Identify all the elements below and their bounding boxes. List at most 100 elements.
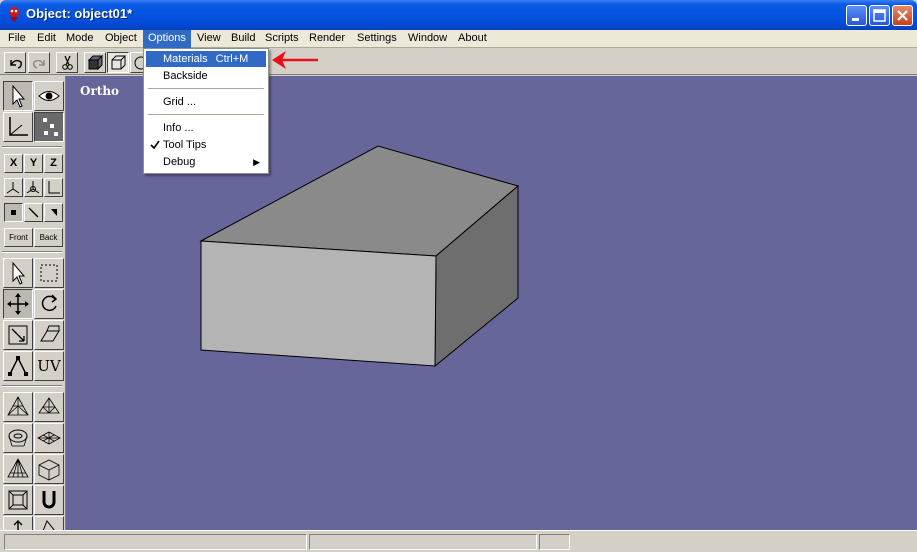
mesh-grid-button[interactable] <box>34 392 64 422</box>
pointer-icon <box>12 261 26 285</box>
face-mode-button[interactable] <box>44 203 63 222</box>
y-axis-button[interactable]: Y <box>24 154 43 173</box>
frame-button[interactable] <box>3 485 33 515</box>
status-panel-2 <box>309 534 537 550</box>
up-arrow-icon <box>13 520 23 530</box>
scale-tool-button[interactable] <box>3 320 33 350</box>
back-button[interactable]: Back <box>34 228 63 247</box>
extrude-button[interactable] <box>3 516 33 530</box>
mesh-sphere-button[interactable] <box>3 392 33 422</box>
menu-about[interactable]: About <box>454 31 491 47</box>
solid-view-button[interactable] <box>84 52 106 73</box>
pivot-icon <box>26 181 40 194</box>
menu-object[interactable]: Object <box>101 31 141 47</box>
x-axis-button[interactable]: X <box>4 154 23 173</box>
cone-icon <box>7 458 29 478</box>
magnet-button[interactable] <box>34 485 64 515</box>
materials-shortcut: Ctrl+M <box>215 53 249 65</box>
maximize-icon <box>873 9 886 22</box>
view-eye-button[interactable] <box>34 81 64 111</box>
uv-tool-button[interactable]: UV <box>34 351 64 381</box>
menu-file[interactable]: File <box>4 31 30 47</box>
scale-icon <box>8 325 28 345</box>
menu-item-tooltips[interactable]: Tool Tips <box>146 137 266 153</box>
cone-button[interactable] <box>3 454 33 484</box>
plane-mesh-button[interactable] <box>34 423 64 453</box>
local-axis-button[interactable] <box>4 178 23 197</box>
rotate-tool-button[interactable] <box>34 289 64 319</box>
world-axis-button[interactable] <box>44 178 63 197</box>
close-button[interactable] <box>892 5 913 26</box>
vertex-icon <box>11 210 16 215</box>
wire-view-button[interactable] <box>107 52 129 73</box>
menu-options[interactable]: Options <box>143 30 191 48</box>
torus-button[interactable] <box>3 423 33 453</box>
back-label: Back <box>39 233 58 242</box>
axis-icon <box>9 117 28 136</box>
vertex-mode-button[interactable] <box>4 203 23 222</box>
cube-front-face[interactable] <box>200 240 437 367</box>
edge-icon <box>28 207 39 218</box>
x-axis-label: X <box>9 157 18 169</box>
undo-icon <box>10 59 22 69</box>
eye-icon <box>38 91 60 101</box>
menu-view[interactable]: View <box>193 31 225 47</box>
palette-separator <box>2 251 62 253</box>
maximize-button[interactable] <box>869 5 890 26</box>
status-panel-3 <box>539 534 570 550</box>
bevel-button[interactable] <box>34 516 64 530</box>
face-icon <box>51 209 57 216</box>
menu-mode[interactable]: Mode <box>62 31 98 47</box>
box-wire-icon <box>38 459 60 481</box>
vertex-line-icon <box>8 356 28 376</box>
menu-build[interactable]: Build <box>227 31 259 47</box>
edge-mode-button[interactable] <box>24 203 43 222</box>
menu-item-materials[interactable]: Materials Ctrl+M <box>146 51 266 67</box>
box-button[interactable] <box>34 454 64 484</box>
wire-mesh-icon <box>38 397 60 414</box>
menu-item-debug[interactable]: Debug ▶ <box>146 154 266 170</box>
front-button[interactable]: Front <box>4 228 33 247</box>
menu-scripts[interactable]: Scripts <box>261 31 303 47</box>
app-icon[interactable] <box>5 5 23 23</box>
pick-tool-button[interactable] <box>3 258 33 288</box>
menu-edit[interactable]: Edit <box>33 31 60 47</box>
z-axis-label: Z <box>50 157 57 169</box>
backside-label: Backside <box>163 70 208 82</box>
undo-button[interactable] <box>4 52 26 73</box>
vertex-tool-button[interactable] <box>3 351 33 381</box>
select-tool-button[interactable] <box>3 81 33 111</box>
menu-bar: File Edit Mode Object Options View Build… <box>0 30 917 48</box>
z-axis-button[interactable]: Z <box>44 154 63 173</box>
toolbar <box>0 49 917 75</box>
menu-item-info[interactable]: Info ... <box>146 120 266 136</box>
bevel-icon <box>42 520 55 530</box>
menu-item-grid[interactable]: Grid ... <box>146 94 266 110</box>
rect-select-button[interactable] <box>34 258 64 288</box>
cut-button[interactable] <box>56 52 78 73</box>
status-bar <box>0 530 917 552</box>
move-icon <box>7 293 29 315</box>
menu-separator <box>148 114 264 115</box>
menu-window[interactable]: Window <box>404 31 451 47</box>
minimize-button[interactable] <box>846 5 867 26</box>
close-icon <box>897 10 908 21</box>
y-axis-label: Y <box>29 157 38 169</box>
marquee-icon <box>40 264 58 282</box>
redo-button[interactable] <box>28 52 50 73</box>
front-label: Front <box>9 233 28 242</box>
menu-render[interactable]: Render <box>305 31 349 47</box>
shear-tool-button[interactable] <box>34 320 64 350</box>
corner-axis-icon <box>48 181 60 194</box>
move-tool-button[interactable] <box>3 289 33 319</box>
plane-mesh-icon <box>37 431 61 445</box>
pivot-axis-button[interactable] <box>24 178 43 197</box>
submenu-arrow-icon: ▶ <box>253 157 260 167</box>
menu-separator <box>148 88 264 89</box>
points-tool-button[interactable] <box>34 112 64 142</box>
cube-wire-icon <box>111 55 127 70</box>
menu-item-backside[interactable]: Backside <box>146 68 266 84</box>
axis-small-icon <box>6 182 20 194</box>
menu-settings[interactable]: Settings <box>353 31 401 47</box>
axis-tool-button[interactable] <box>3 112 33 142</box>
